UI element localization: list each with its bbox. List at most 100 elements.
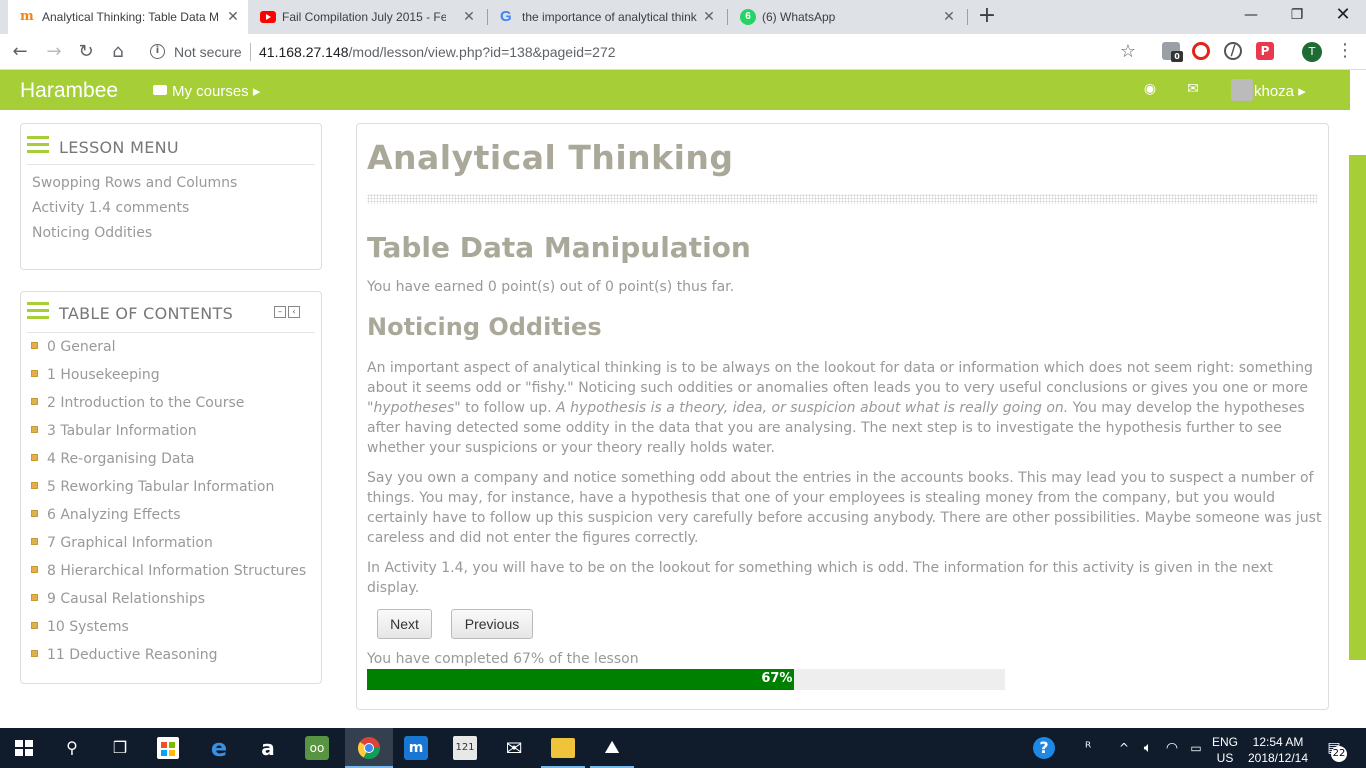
- bullet-icon: [31, 398, 38, 405]
- calendar-icon[interactable]: 121: [453, 736, 477, 760]
- store-icon[interactable]: [157, 737, 179, 759]
- tab-analytical-thinking[interactable]: m Analytical Thinking: Table Data M ✕: [8, 0, 248, 34]
- lesson-subtitle: Table Data Manipulation: [367, 231, 751, 264]
- close-window-button[interactable]: ✕: [1320, 0, 1366, 32]
- toc-item[interactable]: 1 Housekeeping: [31, 367, 160, 383]
- toc-item[interactable]: 3 Tabular Information: [31, 423, 197, 439]
- photos-icon[interactable]: ⛰: [600, 736, 624, 760]
- page-title: Analytical Thinking: [367, 138, 734, 177]
- page-scrollbar[interactable]: [1349, 155, 1366, 660]
- search-icon[interactable]: ⚲: [60, 736, 84, 760]
- close-icon[interactable]: ✕: [460, 7, 478, 25]
- wifi-icon[interactable]: ◠: [1160, 736, 1184, 760]
- username-label: khoza: [1254, 83, 1295, 100]
- profile-avatar[interactable]: T: [1302, 42, 1322, 62]
- toc-item-label: 4 Re-organising Data: [47, 451, 195, 467]
- amazon-icon[interactable]: a: [256, 736, 280, 760]
- messages-icon[interactable]: ✉: [1184, 80, 1202, 98]
- windows-start-icon[interactable]: [12, 736, 36, 760]
- toc-item[interactable]: 6 Analyzing Effects: [31, 507, 181, 523]
- close-icon[interactable]: ✕: [700, 7, 718, 25]
- notifications-icon[interactable]: ◉: [1141, 80, 1159, 98]
- next-button[interactable]: Next: [377, 609, 432, 639]
- clock[interactable]: 12:54 AM 2018/12/14: [1246, 734, 1310, 766]
- toc-item-label: 3 Tabular Information: [47, 423, 197, 439]
- briefcase-icon: [153, 85, 167, 95]
- bullet-icon: [31, 538, 38, 545]
- tab-whatsapp[interactable]: 6 (6) WhatsApp ✕: [728, 0, 968, 34]
- toc-item[interactable]: 0 General: [31, 339, 116, 355]
- toc-item[interactable]: 4 Re-organising Data: [31, 451, 195, 467]
- tab-fail-compilation[interactable]: Fail Compilation July 2015 - Febr ✕: [248, 0, 488, 34]
- menu-icon: [27, 302, 49, 320]
- block-extension-icon[interactable]: /: [1224, 42, 1242, 60]
- tray-chevron-icon[interactable]: ^: [1112, 736, 1136, 760]
- paragraph-3: In Activity 1.4, you will have to be on …: [367, 560, 1273, 596]
- points-summary: You have earned 0 point(s) out of 0 poin…: [367, 279, 735, 295]
- toc-item[interactable]: 7 Graphical Information: [31, 535, 213, 551]
- volume-icon[interactable]: 🔈︎: [1136, 736, 1160, 760]
- tab-title: (6) WhatsApp: [762, 10, 836, 24]
- progress-bar: 67%: [367, 669, 1005, 690]
- file-explorer-icon[interactable]: [551, 738, 575, 758]
- bookmark-star-icon[interactable]: ☆: [1120, 41, 1136, 62]
- back-button[interactable]: ←: [8, 40, 32, 64]
- battery-icon[interactable]: ▭: [1184, 736, 1208, 760]
- input-language[interactable]: ENG US: [1212, 734, 1238, 766]
- browser-toolbar: ← → ↻ ⌂ i Not secure 41.168.27.148/mod/l…: [0, 34, 1366, 70]
- toc-item-label: 6 Analyzing Effects: [47, 507, 181, 523]
- url-text[interactable]: 41.168.27.148/mod/lesson/view.php?id=138…: [259, 44, 616, 60]
- toc-item[interactable]: 2 Introduction to the Course: [31, 395, 244, 411]
- url-host: 41.168.27.148: [259, 44, 349, 60]
- lesson-menu-link[interactable]: Swopping Rows and Columns: [32, 175, 237, 191]
- previous-button[interactable]: Previous: [451, 609, 533, 639]
- edge-icon[interactable]: e: [207, 736, 231, 760]
- my-courses-label: My courses: [172, 83, 249, 100]
- moodle-desktop-icon[interactable]: m: [404, 736, 428, 760]
- reload-button[interactable]: ↻: [74, 40, 98, 64]
- collapse-block-icon[interactable]: –: [274, 306, 286, 318]
- toc-item[interactable]: 9 Causal Relationships: [31, 591, 205, 607]
- menu-icon: [27, 136, 49, 154]
- site-brand[interactable]: Harambee: [20, 79, 118, 103]
- toc-item[interactable]: 10 Systems: [31, 619, 129, 635]
- user-menu[interactable]: khoza ▸: [1254, 82, 1306, 100]
- new-tab-button[interactable]: +: [976, 5, 998, 27]
- home-button[interactable]: ⌂: [106, 40, 130, 64]
- lesson-menu-link[interactable]: Noticing Oddities: [32, 225, 152, 241]
- toc-item[interactable]: 8 Hierarchical Information Structures: [31, 563, 306, 579]
- close-icon[interactable]: ✕: [224, 7, 242, 25]
- dock-block-icon[interactable]: ‹: [288, 306, 300, 318]
- chrome-icon[interactable]: [357, 736, 381, 760]
- tab-title: Fail Compilation July 2015 - Febr: [282, 10, 446, 24]
- tripadvisor-icon[interactable]: oo: [305, 736, 329, 760]
- language-code: ENG: [1212, 735, 1239, 749]
- tab-google-search[interactable]: G the importance of analytical think ✕: [488, 0, 728, 34]
- lesson-menu-link[interactable]: Activity 1.4 comments: [32, 200, 189, 216]
- title-divider: [367, 194, 1317, 204]
- clock-time: 12:54 AM: [1252, 735, 1304, 749]
- pocket-extension-icon[interactable]: P: [1256, 42, 1274, 60]
- extension-puzzle-icon[interactable]: 0: [1162, 42, 1183, 62]
- block-title: LESSON MENU: [59, 138, 179, 157]
- maximize-button[interactable]: ❐: [1274, 0, 1320, 32]
- mail-icon[interactable]: ✉: [502, 736, 526, 760]
- forward-button[interactable]: →: [42, 40, 66, 64]
- address-bar[interactable]: i Not secure 41.168.27.148/mod/lesson/vi…: [140, 38, 1150, 66]
- close-icon[interactable]: ✕: [940, 7, 958, 25]
- people-icon[interactable]: ᴿ: [1076, 736, 1100, 760]
- opera-extension-icon[interactable]: [1192, 42, 1210, 60]
- toc-item[interactable]: 5 Reworking Tabular Information: [31, 479, 274, 495]
- windows-taskbar: ⚲ ❒ e a oo m 121 ✉ ⛰ ? ᴿ ^ 🔈︎ ◠ ▭ ENG US…: [0, 728, 1366, 768]
- tab-title: the importance of analytical think: [522, 10, 697, 24]
- toc-item-label: 8 Hierarchical Information Structures: [47, 563, 307, 579]
- my-courses-menu[interactable]: My courses ▸: [153, 82, 260, 100]
- bullet-icon: [31, 622, 38, 629]
- avatar[interactable]: [1231, 79, 1253, 101]
- minimize-button[interactable]: —: [1228, 0, 1274, 32]
- task-view-icon[interactable]: ❒: [108, 736, 132, 760]
- toc-item[interactable]: 11 Deductive Reasoning: [31, 647, 218, 663]
- help-icon[interactable]: ?: [1033, 737, 1055, 759]
- browser-menu-icon[interactable]: ⋮: [1336, 40, 1354, 61]
- info-icon[interactable]: i: [150, 44, 165, 59]
